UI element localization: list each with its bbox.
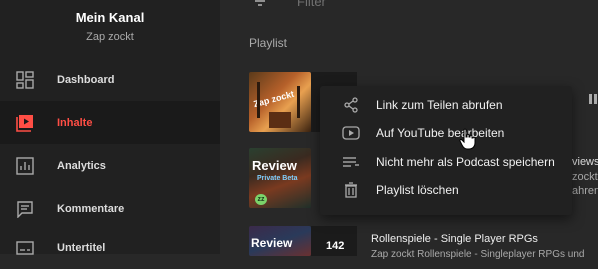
dashboard-icon	[14, 69, 36, 91]
playlist-description: Zap zockt Rollenspiele - Singleplayer RP…	[371, 249, 585, 260]
menu-item-label: Auf YouTube bearbeiten	[376, 126, 505, 140]
sidebar-item-kommentare[interactable]: Kommentare	[0, 187, 220, 230]
sidebar-item-dashboard[interactable]: Dashboard	[0, 58, 220, 101]
partial-text: views	[572, 156, 598, 168]
playlist-thumbnail[interactable]: Review	[249, 226, 311, 256]
sidebar: Mein Kanal Zap zockt Dashboard Inhalte A…	[0, 0, 220, 255]
comments-icon	[14, 198, 36, 220]
sidebar-item-label: Analytics	[57, 159, 106, 172]
menu-item-remove-podcast[interactable]: Nicht mehr als Podcast speichern	[320, 148, 572, 176]
sidebar-item-label: Untertitel	[57, 241, 106, 254]
podcast-badge-icon	[589, 92, 598, 106]
sidebar-item-analytics[interactable]: Analytics	[0, 144, 220, 187]
section-title: Playlist	[249, 36, 288, 50]
sidebar-item-label: Dashboard	[57, 73, 115, 86]
playlist-thumbnail[interactable]: Review Private Beta zz	[249, 148, 311, 208]
sidebar-item-untertitel[interactable]: Untertitel	[0, 226, 220, 269]
youtube-icon	[342, 124, 360, 142]
menu-item-label: Playlist löschen	[376, 183, 459, 197]
menu-item-label: Nicht mehr als Podcast speichern	[376, 155, 555, 169]
channel-name: Mein Kanal	[75, 10, 145, 25]
podcast-icon	[342, 153, 360, 171]
content-icon	[14, 112, 36, 134]
partial-text: ahren	[572, 185, 598, 197]
playlist-thumbnail[interactable]: Zap zockt	[249, 72, 311, 132]
menu-item-share-link[interactable]: Link zum Teilen abrufen	[320, 91, 572, 119]
thumbnail-text: Review	[252, 158, 297, 173]
thumbnail-subtext: Private Beta	[257, 175, 298, 182]
playlist-title[interactable]: Rollenspiele - Single Player RPGs	[371, 233, 538, 245]
badge-zz: zz	[255, 194, 267, 205]
filter-input[interactable]: Filter	[297, 0, 326, 9]
menu-item-delete-playlist[interactable]: Playlist löschen	[320, 176, 572, 204]
menu-item-edit-on-youtube[interactable]: Auf YouTube bearbeiten	[320, 119, 572, 147]
filter-icon[interactable]	[252, 0, 268, 6]
sidebar-item-label: Inhalte	[57, 116, 93, 129]
analytics-icon	[14, 155, 36, 177]
channel-subtitle[interactable]: Zap zockt	[0, 31, 220, 43]
share-icon	[342, 96, 360, 114]
hand-cursor-icon	[459, 128, 477, 150]
context-menu: Link zum Teilen abrufen Auf YouTube bear…	[320, 86, 572, 215]
menu-item-label: Link zum Teilen abrufen	[376, 98, 503, 112]
subtitles-icon	[14, 237, 36, 259]
partial-text: zockt	[572, 171, 598, 183]
sidebar-item-label: Kommentare	[57, 202, 125, 215]
sidebar-item-inhalte[interactable]: Inhalte	[0, 101, 220, 144]
trash-icon	[342, 181, 360, 199]
video-count: 142	[326, 240, 345, 252]
thumbnail-text: Review	[251, 236, 293, 250]
